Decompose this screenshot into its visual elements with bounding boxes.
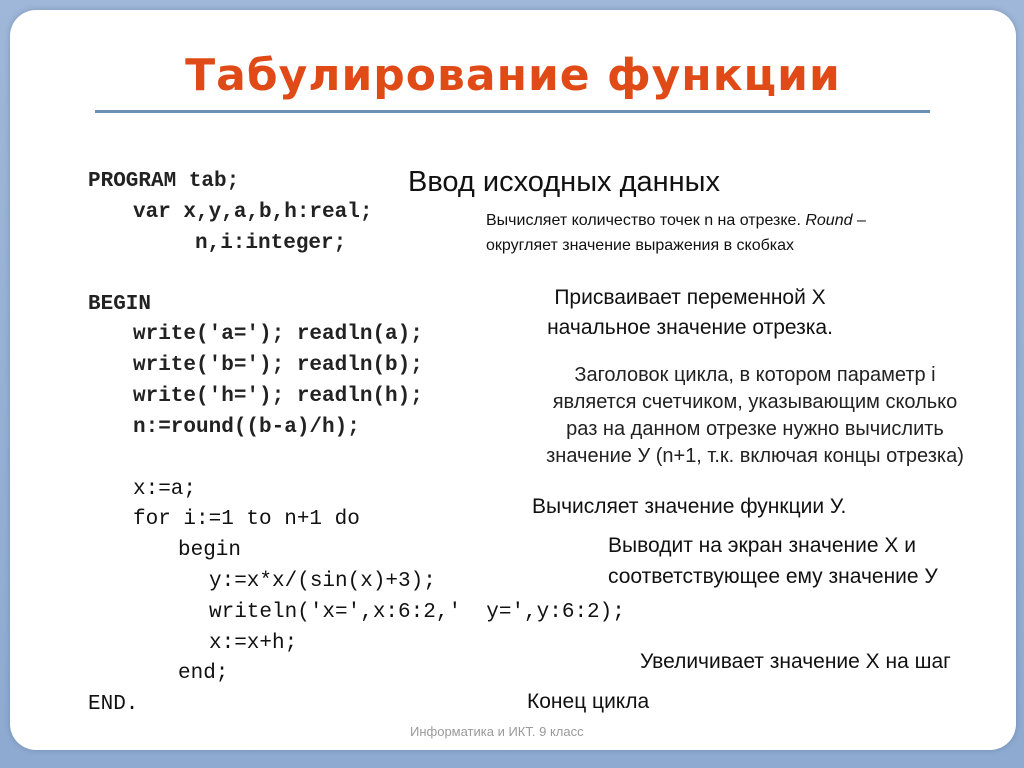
code-line: x:=x+h; <box>209 632 298 655</box>
code-line: n:=round((b-a)/h); <box>133 416 360 439</box>
annotation-increment-x: Увеличивает значение Х на шаг <box>640 650 951 673</box>
code-line: PROGRAM tab; <box>88 170 240 193</box>
code-line: END. <box>88 693 139 716</box>
annotation-output: Выводит на экран значение Х и соответств… <box>608 530 938 592</box>
code-line: writeln('x=',x:6:2,' y=',y:6:2); <box>209 601 625 624</box>
code-line: BEGIN <box>88 293 152 316</box>
title-divider <box>95 110 930 113</box>
slide: Табулирование функции PROGRAM tab; var x… <box>10 10 1016 750</box>
annotation-assign-x-line2: начальное значение отрезка. <box>547 316 833 339</box>
annotation-round: Вычисляет количество точек n на отрезке.… <box>486 212 866 230</box>
code-line: var x,y,a,b,h:real; <box>133 201 373 224</box>
annotation-output-line1: Выводит на экран значение Х и <box>608 534 916 557</box>
annotation-loop-header-line4: значение У (n+1, т.к. включая концы отре… <box>546 445 964 467</box>
code-line: end; <box>178 662 229 685</box>
annotation-loop-header: Заголовок цикла, в котором параметр i яв… <box>500 362 1010 470</box>
annotation-input-data: Ввод исходных данных <box>408 166 721 198</box>
slide-title: Табулирование функции <box>185 50 841 101</box>
code-line: write('a='); readln(a); <box>133 323 423 346</box>
code-line: for i:=1 to n+1 do <box>133 508 360 531</box>
annotation-compute-y: Вычисляет значение функции У. <box>532 495 847 518</box>
code-line: n,i:integer; <box>195 232 347 255</box>
annotation-round-dash: – <box>852 212 866 229</box>
slide-footer: Информатика и ИКТ. 9 класс <box>410 724 584 739</box>
annotation-output-line2: соответствующее ему значение У <box>608 565 938 588</box>
code-line: begin <box>178 539 242 562</box>
code-line: write('h='); readln(h); <box>133 385 423 408</box>
annotation-round-line2: округляет значение выражения в скобках <box>486 237 795 254</box>
annotation-loop-end: Конец цикла <box>527 690 650 713</box>
annotation-loop-header-line2: является счетчиком, указывающим сколько <box>552 391 958 413</box>
annotation-loop-header-line3: раз на данном отрезке нужно вычислить <box>566 418 944 440</box>
code-line: x:=a; <box>133 478 197 501</box>
annotation-round-keyword: Round <box>805 212 853 229</box>
code-line: write('b='); readln(b); <box>133 354 423 377</box>
annotation-loop-header-line1: Заголовок цикла, в котором параметр i <box>574 364 936 386</box>
annotation-round-text: Вычисляет количество точек n на отрезке. <box>486 212 806 229</box>
annotation-assign-x-line1: Присваивает переменной Х <box>554 286 826 309</box>
annotation-assign-x: Присваивает переменной Х начальное значе… <box>510 283 870 343</box>
code-line: y:=x*x/(sin(x)+3); <box>209 570 436 593</box>
